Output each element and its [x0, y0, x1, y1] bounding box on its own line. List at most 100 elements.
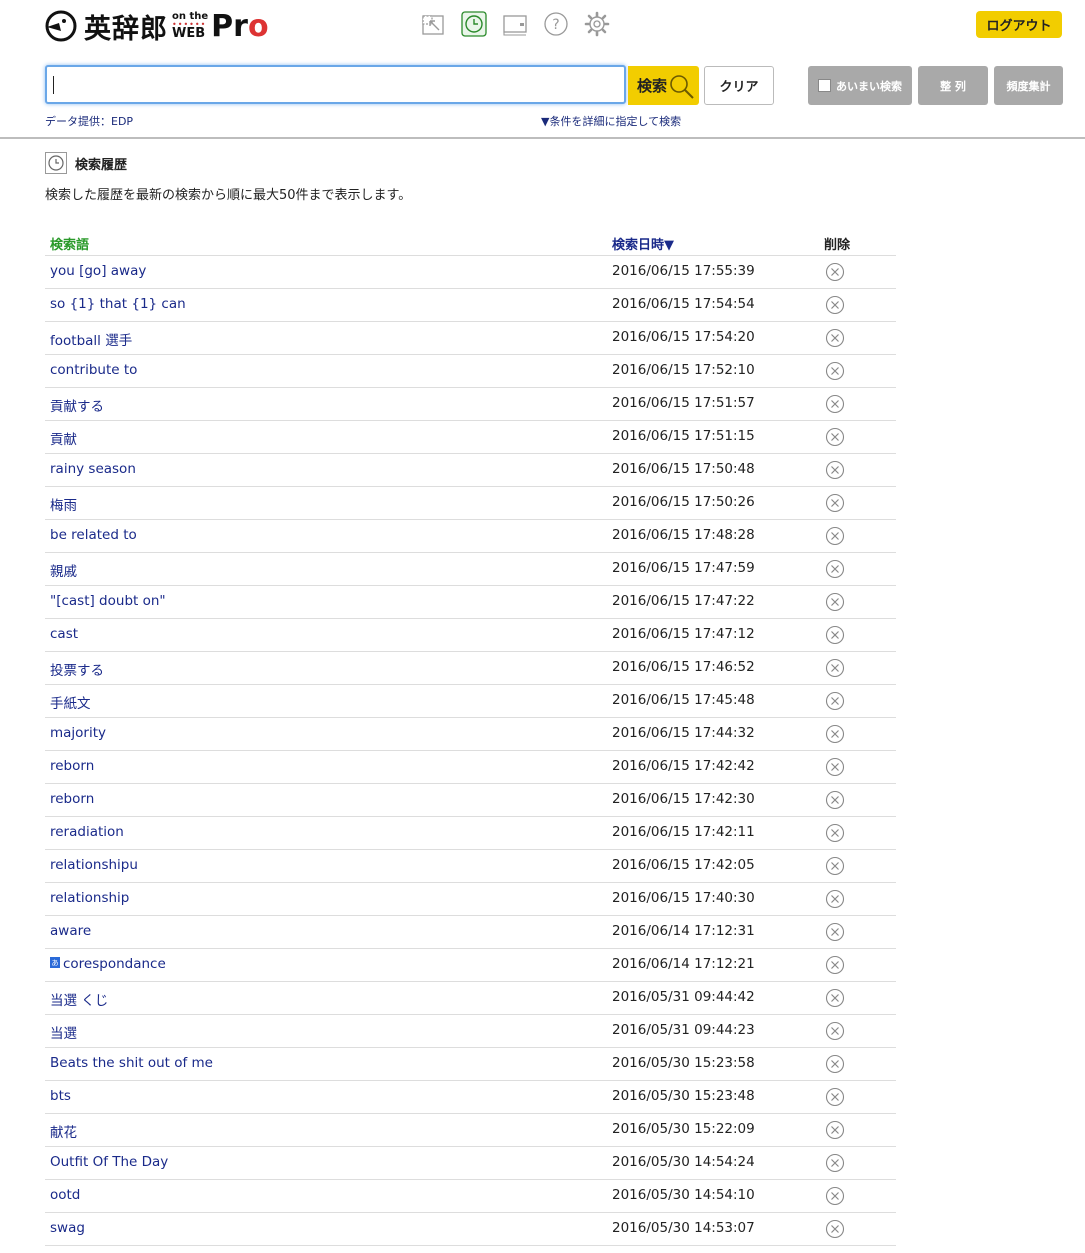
history-word-link[interactable]: 献花: [50, 1121, 77, 1141]
search-button[interactable]: 検索: [628, 66, 699, 105]
history-date: 2016/06/15 17:45:48: [612, 692, 755, 708]
history-word-link[interactable]: reborn: [50, 791, 94, 807]
history-word-link[interactable]: 親戚: [50, 560, 77, 580]
history-date: 2016/05/30 15:23:48: [612, 1088, 755, 1104]
delete-icon[interactable]: [825, 559, 845, 579]
eijiro-logo[interactable]: 英辞郎 on the •••••• WEB Pro: [45, 6, 269, 46]
history-word-text: 貢献する: [50, 399, 104, 415]
delete-icon[interactable]: [825, 328, 845, 348]
history-word-text: be related to: [50, 527, 137, 543]
delete-icon[interactable]: [825, 658, 845, 678]
advanced-search-link[interactable]: ▼条件を詳細に指定して検索: [541, 113, 681, 129]
logout-button[interactable]: ログアウト: [976, 11, 1062, 38]
delete-icon[interactable]: [825, 295, 845, 315]
history-date: 2016/06/15 17:44:32: [612, 725, 755, 741]
history-word-link[interactable]: 貢献する: [50, 395, 104, 415]
history-word-link[interactable]: 当選: [50, 1022, 77, 1042]
delete-icon[interactable]: [825, 691, 845, 711]
delete-icon[interactable]: [825, 757, 845, 777]
delete-icon[interactable]: [825, 1120, 845, 1140]
delete-icon[interactable]: [825, 955, 845, 975]
history-word-link[interactable]: Outfit Of The Day: [50, 1154, 168, 1170]
history-word-link[interactable]: reborn: [50, 758, 94, 774]
delete-icon[interactable]: [825, 625, 845, 645]
history-date: 2016/06/15 17:47:59: [612, 560, 755, 576]
history-word-link[interactable]: 手紙文: [50, 692, 91, 712]
sort-button[interactable]: 整 列: [918, 66, 988, 105]
pop-out-icon[interactable]: [420, 11, 446, 37]
clear-button[interactable]: クリア: [704, 66, 774, 105]
history-date: 2016/05/30 15:23:58: [612, 1055, 755, 1071]
delete-icon[interactable]: [825, 460, 845, 480]
history-word-link[interactable]: be related to: [50, 527, 137, 543]
help-icon[interactable]: ?: [543, 11, 569, 37]
frequency-button[interactable]: 頻度集計: [994, 66, 1063, 105]
history-word-link[interactable]: あ corespondance: [50, 956, 166, 972]
history-word-link[interactable]: you [go] away: [50, 263, 146, 279]
history-word-link[interactable]: 梅雨: [50, 494, 77, 514]
delete-icon[interactable]: [825, 262, 845, 282]
delete-icon[interactable]: [825, 1054, 845, 1074]
logo-face-icon: [45, 10, 77, 42]
history-word-link[interactable]: rainy season: [50, 461, 136, 477]
delete-icon[interactable]: [825, 394, 845, 414]
history-word-link[interactable]: majority: [50, 725, 106, 741]
history-date: 2016/06/15 17:42:11: [612, 824, 755, 840]
history-word-link[interactable]: reradiation: [50, 824, 124, 840]
history-word-text: Outfit Of The Day: [50, 1154, 169, 1170]
delete-icon[interactable]: [825, 361, 845, 381]
search-input[interactable]: [45, 65, 626, 104]
delete-icon[interactable]: [825, 592, 845, 612]
history-date: 2016/06/15 17:55:39: [612, 263, 755, 279]
delete-icon[interactable]: [825, 1186, 845, 1206]
history-word-link[interactable]: contribute to: [50, 362, 137, 378]
delete-icon[interactable]: [825, 823, 845, 843]
delete-icon[interactable]: [825, 922, 845, 942]
history-word-link[interactable]: relationshipu: [50, 857, 138, 873]
fuzzy-search-label: あいまい検索: [836, 79, 902, 93]
delete-icon[interactable]: [825, 427, 845, 447]
history-word-link[interactable]: football 選手: [50, 329, 132, 349]
history-icon[interactable]: [461, 11, 487, 37]
display-settings-icon[interactable]: [502, 11, 528, 37]
delete-icon[interactable]: [825, 1087, 845, 1107]
history-word-link[interactable]: "[cast] doubt on": [50, 593, 166, 609]
delete-icon[interactable]: [825, 790, 845, 810]
history-word-link[interactable]: Beats the shit out of me: [50, 1055, 213, 1071]
fuzzy-search-toggle[interactable]: あいまい検索: [808, 66, 912, 105]
delete-icon[interactable]: [825, 493, 845, 513]
history-word-link[interactable]: cast: [50, 626, 78, 642]
table-row: be related to 2016/06/15 17:48:28: [45, 520, 896, 553]
history-word-text: swag: [50, 1220, 85, 1236]
history-word-link[interactable]: aware: [50, 923, 91, 939]
delete-icon[interactable]: [825, 988, 845, 1008]
delete-icon[interactable]: [825, 526, 845, 546]
fuzzy-search-checkbox[interactable]: [818, 79, 831, 92]
history-word-link[interactable]: ootd: [50, 1187, 80, 1203]
delete-icon[interactable]: [825, 1219, 845, 1239]
table-row: relationshipu 2016/06/15 17:42:05: [45, 850, 896, 883]
history-word-link[interactable]: so {1} that {1} can: [50, 296, 186, 312]
delete-icon[interactable]: [825, 1153, 845, 1173]
history-word-link[interactable]: swag: [50, 1220, 85, 1236]
history-word-link[interactable]: 投票する: [50, 659, 104, 679]
svg-text:?: ?: [552, 17, 559, 33]
delete-icon[interactable]: [825, 889, 845, 909]
history-date: 2016/06/15 17:50:48: [612, 461, 755, 477]
delete-icon[interactable]: [825, 724, 845, 744]
table-row: 貢献する 2016/06/15 17:51:57: [45, 388, 896, 421]
history-rows: you [go] away 2016/06/15 17:55:39 so {1} t…: [45, 256, 896, 1246]
header-bar: 英辞郎 on the •••••• WEB Pro ? ログアウト 検索 クリア: [0, 0, 1085, 139]
column-search-date-sort[interactable]: 検索日時▼: [612, 234, 674, 253]
column-search-word: 検索語: [50, 238, 90, 253]
history-word-link[interactable]: relationship: [50, 890, 129, 906]
history-date: 2016/06/15 17:42:42: [612, 758, 755, 774]
text-caret: [53, 76, 54, 94]
gear-icon[interactable]: [584, 11, 610, 37]
history-word-link[interactable]: bts: [50, 1088, 71, 1104]
history-description: 検索した履歴を最新の検索から順に最大50件まで表示します。: [45, 188, 412, 203]
delete-icon[interactable]: [825, 1021, 845, 1041]
delete-icon[interactable]: [825, 856, 845, 876]
history-word-link[interactable]: 当選 くじ: [50, 989, 108, 1009]
history-word-link[interactable]: 貢献: [50, 428, 77, 448]
